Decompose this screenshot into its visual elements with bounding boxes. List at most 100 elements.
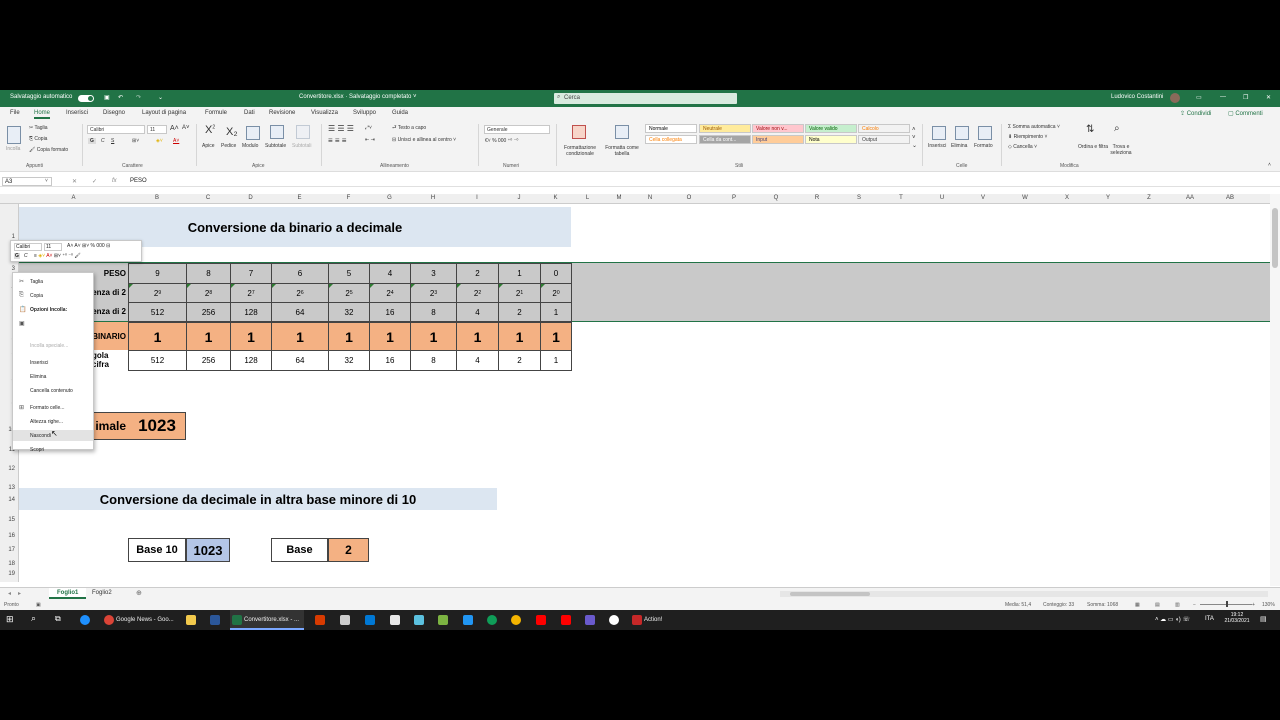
autosave-toggle[interactable]	[78, 95, 94, 102]
power-value-cell[interactable]: 64	[271, 302, 329, 322]
app-icon[interactable]	[414, 615, 424, 625]
next-sheet-icon[interactable]: ▸	[18, 590, 21, 597]
autosum-button[interactable]: Σ Somma automatica ˅	[1008, 124, 1060, 130]
page-layout-view-icon[interactable]: ▤	[1155, 602, 1160, 608]
cell-style-option[interactable]: Neutrale	[699, 124, 751, 133]
power-cell[interactable]: 27	[230, 283, 272, 303]
peso-cell[interactable]: 3	[410, 263, 457, 284]
fill-color-icon[interactable]: ◈˅	[156, 138, 163, 144]
digit-value-cell[interactable]: 32	[328, 350, 370, 371]
digit-value-cell[interactable]: 2	[498, 350, 541, 371]
power-cell[interactable]: 20	[540, 283, 572, 303]
power-cell[interactable]: 22	[456, 283, 499, 303]
tab-formulas[interactable]: Formule	[205, 110, 227, 116]
column-header[interactable]: C	[186, 195, 230, 201]
label-potenza[interactable]: enza di 2	[92, 283, 128, 302]
search-icon[interactable]: ⌕	[31, 613, 41, 623]
power-cell[interactable]: 24	[369, 283, 411, 303]
digit-value-cell[interactable]: 64	[271, 350, 329, 371]
label-base[interactable]: Base	[271, 538, 328, 562]
column-header[interactable]: M	[604, 195, 634, 201]
table-format-icon[interactable]	[615, 125, 629, 139]
notifications-icon[interactable]: ▤	[1260, 615, 1267, 623]
digit-value-cell[interactable]: 128	[230, 350, 272, 371]
binary-digit-cell[interactable]: 1	[230, 322, 272, 351]
app-icon[interactable]	[438, 615, 448, 625]
italic-icon[interactable]: C	[101, 138, 105, 144]
base-10-value[interactable]: 1023	[186, 538, 230, 562]
row-header[interactable]: 14	[0, 497, 15, 503]
macro-record-icon[interactable]: ▣	[36, 602, 41, 608]
tab-home[interactable]: Home	[34, 110, 51, 119]
paste-icon[interactable]	[7, 126, 21, 144]
delete-cells-icon[interactable]	[955, 126, 969, 140]
peso-cell[interactable]: 7	[230, 263, 272, 284]
mini-size-dropdown[interactable]: 11	[44, 243, 62, 251]
zoom-level[interactable]: 130%	[1262, 602, 1275, 608]
power-value-cell[interactable]: 2	[498, 302, 541, 322]
minimize-icon[interactable]: —	[1220, 94, 1226, 100]
subscript-label[interactable]: Pedice	[221, 143, 236, 149]
module-label[interactable]: Modulo	[242, 143, 258, 149]
notepad-icon[interactable]	[390, 615, 400, 625]
column-header[interactable]: AB	[1210, 195, 1250, 201]
column-header[interactable]: P	[712, 195, 756, 201]
error-indicator-icon[interactable]	[272, 284, 276, 288]
column-header[interactable]: F	[328, 195, 369, 201]
vertical-scrollbar[interactable]	[1270, 194, 1280, 586]
row-header[interactable]: 15	[0, 517, 15, 523]
column-header[interactable]: O	[666, 195, 712, 201]
digit-value-cell[interactable]: 512	[128, 350, 187, 371]
tab-file[interactable]: File	[10, 110, 20, 116]
currency-icon[interactable]: €˅ % 000 ⁺⁰ ⁻⁰	[485, 138, 518, 144]
windows-start-icon[interactable]: ⊞	[6, 614, 16, 624]
binary-digit-cell[interactable]: 1	[186, 322, 231, 351]
power-value-cell[interactable]: 512	[128, 302, 187, 322]
context-menu-item[interactable]: Inserisci	[13, 357, 93, 368]
taskbar-app-excel[interactable]: Convertitore.xlsx - ...	[230, 610, 304, 630]
comments-button[interactable]: ▢ Commenti	[1228, 110, 1263, 117]
cell-style-option[interactable]: Input	[752, 135, 804, 144]
context-menu-item[interactable]: ▣	[13, 318, 93, 334]
font-family-dropdown[interactable]: Calibri	[87, 125, 145, 134]
customize-icon[interactable]: ⌄	[158, 94, 163, 101]
row-header[interactable]: 13	[0, 485, 15, 491]
formula-input[interactable]: PESO	[130, 178, 147, 184]
power-value-cell[interactable]: 4	[456, 302, 499, 322]
power-value-cell[interactable]: 32	[328, 302, 370, 322]
normal-view-icon[interactable]: ▦	[1135, 602, 1140, 608]
number-format-dropdown[interactable]: Generale	[484, 125, 550, 134]
binary-digit-cell[interactable]: 1	[128, 322, 187, 351]
binary-digit-cell[interactable]: 1	[271, 322, 329, 351]
undo-icon[interactable]: ↶	[118, 94, 123, 101]
column-header[interactable]: B	[128, 195, 186, 201]
error-indicator-icon[interactable]	[411, 284, 415, 288]
user-name[interactable]: Ludovico Costantini	[1111, 94, 1163, 100]
column-header[interactable]: K	[540, 195, 571, 201]
styles-scroll-icon[interactable]: ˄ ˅ ⌄	[912, 126, 917, 150]
error-indicator-icon[interactable]	[129, 284, 133, 288]
column-header[interactable]: G	[369, 195, 410, 201]
fill-button[interactable]: ⬇ Riempimento ˅	[1008, 134, 1047, 140]
align-left-icon[interactable]: ≡ ≡ ≡	[328, 136, 346, 145]
chrome-icon[interactable]	[511, 615, 521, 625]
clock[interactable]: 19:12 21/03/2021	[1224, 612, 1250, 624]
column-header[interactable]: U	[922, 195, 962, 201]
column-header[interactable]: E	[271, 195, 328, 201]
delete-cells-label[interactable]: Elimina	[951, 143, 967, 149]
tab-insert[interactable]: Inserisci	[66, 110, 88, 116]
sheet-tab-foglio2[interactable]: Foglio2	[84, 588, 120, 599]
cell-style-option[interactable]: Calcolo	[858, 124, 910, 133]
label-singola-cifra[interactable]: gola cifra	[92, 350, 128, 370]
calendar-icon[interactable]	[463, 615, 473, 625]
column-header[interactable]: L	[571, 195, 604, 201]
peso-cell[interactable]: 2	[456, 263, 499, 284]
mini-align-icons[interactable]: ≡ ◈˅ A˅ ⊞˅ ⁺⁰ ⁻⁰ 🖌	[34, 253, 81, 259]
tab-page-layout[interactable]: Layout di pagina	[142, 110, 186, 116]
grow-font-icon[interactable]: A˄	[170, 125, 179, 132]
column-header[interactable]: N	[634, 195, 666, 201]
maximize-icon[interactable]: ❐	[1243, 94, 1248, 101]
superscript-icon[interactable]: X2	[205, 124, 215, 136]
column-header[interactable]: W	[1004, 195, 1046, 201]
error-indicator-icon[interactable]	[370, 284, 374, 288]
